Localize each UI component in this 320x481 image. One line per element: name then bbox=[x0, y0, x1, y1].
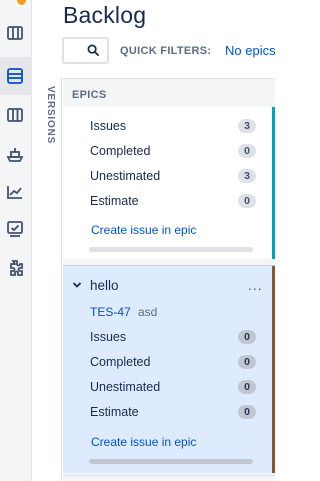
stat-row-issues: Issues 3 bbox=[90, 117, 256, 135]
more-options-icon[interactable]: ... bbox=[248, 277, 263, 293]
create-issue-in-epic-link[interactable]: Create issue in epic bbox=[91, 223, 196, 237]
stat-count-badge: 0 bbox=[238, 405, 256, 419]
search-input[interactable] bbox=[62, 37, 109, 64]
epic-summary: asd bbox=[138, 305, 158, 319]
quick-filters-label: QUICK FILTERS: bbox=[120, 45, 212, 57]
create-issue-in-epic-link[interactable]: Create issue in epic bbox=[91, 435, 196, 449]
notification-badge bbox=[15, 0, 28, 7]
backlog-icon[interactable] bbox=[4, 65, 26, 87]
panel-divider bbox=[63, 475, 275, 476]
stat-row-completed: Completed 0 bbox=[90, 142, 256, 160]
epic-card-hello[interactable]: hello ... TES-47 asd Issues 0 Completed … bbox=[63, 265, 275, 473]
epic-progress-bar bbox=[89, 459, 253, 464]
epics-panel-title: EPICS bbox=[72, 89, 107, 101]
reports-icon[interactable] bbox=[4, 181, 26, 203]
stat-count-badge: 0 bbox=[238, 380, 256, 394]
stat-row-estimate: Estimate 0 bbox=[90, 403, 256, 421]
epic-progress-bar bbox=[89, 247, 253, 252]
stat-row-unestimated: Unestimated 3 bbox=[90, 167, 256, 185]
issues-icon[interactable] bbox=[4, 218, 26, 240]
project-sidebar bbox=[0, 0, 32, 481]
stat-row-completed: Completed 0 bbox=[90, 353, 256, 371]
stat-label: Issues bbox=[90, 119, 127, 133]
stat-count-badge: 0 bbox=[238, 330, 256, 344]
stat-row-estimate: Estimate 0 bbox=[90, 192, 256, 210]
stat-row-issues: Issues 0 bbox=[90, 328, 256, 346]
epic-name[interactable]: hello bbox=[90, 278, 119, 293]
add-ons-icon[interactable] bbox=[4, 257, 26, 279]
epic-card-issues-without-epic[interactable]: Issues 3 Completed 0 Unestimated 3 Estim… bbox=[63, 107, 275, 259]
epic-color-stripe bbox=[272, 107, 275, 259]
releases-icon[interactable] bbox=[4, 143, 26, 165]
page-title: Backlog bbox=[63, 2, 147, 28]
roadmap-icon[interactable] bbox=[4, 22, 26, 44]
versions-tab-label[interactable]: VERSIONS bbox=[45, 86, 56, 144]
stat-label: Unestimated bbox=[90, 169, 161, 183]
quick-filter-no-epics[interactable]: No epics bbox=[225, 43, 276, 58]
epic-issue-key[interactable]: TES-47 bbox=[90, 305, 131, 319]
stat-count-badge: 3 bbox=[238, 169, 256, 183]
stat-count-badge: 0 bbox=[238, 355, 256, 369]
board-icon[interactable] bbox=[4, 104, 26, 126]
stat-label: Issues bbox=[90, 330, 127, 344]
search-icon bbox=[87, 44, 100, 57]
stat-label: Estimate bbox=[90, 405, 139, 419]
stat-row-unestimated: Unestimated 0 bbox=[90, 378, 256, 396]
chevron-down-icon[interactable] bbox=[72, 280, 82, 290]
stat-count-badge: 0 bbox=[238, 144, 256, 158]
stat-count-badge: 3 bbox=[238, 119, 256, 133]
stat-label: Estimate bbox=[90, 194, 139, 208]
stat-label: Completed bbox=[90, 144, 151, 158]
stat-label: Completed bbox=[90, 355, 151, 369]
epic-color-stripe bbox=[272, 266, 275, 473]
stat-count-badge: 0 bbox=[238, 194, 256, 208]
stat-label: Unestimated bbox=[90, 380, 161, 394]
